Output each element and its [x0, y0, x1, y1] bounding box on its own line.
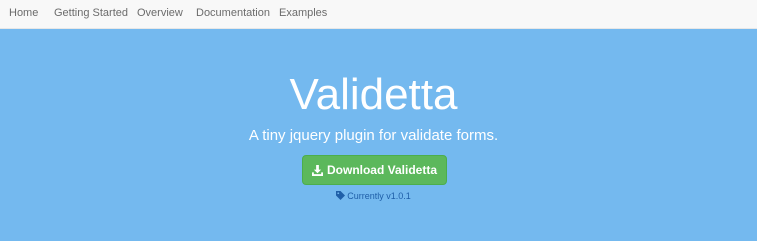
tag-icon — [336, 191, 346, 200]
nav-item-home[interactable]: Home — [9, 7, 38, 19]
nav-item-examples[interactable]: Examples — [279, 7, 327, 19]
hero-banner: Validetta A tiny jquery plugin for valid… — [0, 29, 757, 241]
download-button-label: Download Validetta — [326, 163, 437, 177]
download-icon — [311, 164, 323, 176]
nav-item-overview[interactable]: Overview — [137, 7, 183, 19]
nav-item-documentation[interactable]: Documentation — [196, 7, 270, 19]
nav-item-getting-started[interactable]: Getting Started — [54, 7, 128, 19]
hero-title: Validetta — [289, 70, 458, 119]
download-button[interactable]: Download Validetta — [302, 155, 447, 185]
top-navbar: Home Getting Started Overview Documentat… — [0, 0, 757, 29]
version-label: Currently v1.0.1 — [347, 191, 411, 201]
hero-subtitle: A tiny jquery plugin for validate forms. — [248, 127, 499, 144]
version-info: Currently v1.0.1 — [0, 190, 747, 202]
